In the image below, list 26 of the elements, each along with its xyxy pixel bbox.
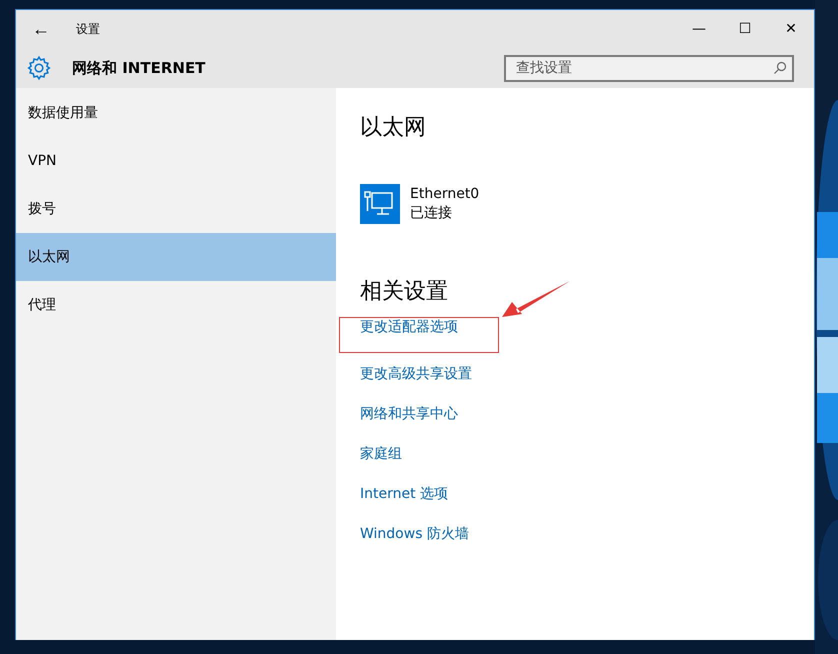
sidebar-item[interactable]: 数据使用量 bbox=[16, 89, 336, 137]
settings-link[interactable]: Windows 防火墙 bbox=[360, 514, 469, 554]
search-icon bbox=[773, 60, 787, 74]
connection-status: 已连接 bbox=[410, 204, 453, 223]
connection-name: Ethernet0 bbox=[410, 185, 480, 204]
window-title: 设置 bbox=[76, 20, 101, 38]
sidebar-item[interactable]: VPN bbox=[16, 137, 336, 185]
minimize-button[interactable]: — bbox=[676, 13, 722, 45]
monitor-icon bbox=[360, 184, 400, 224]
maximize-button[interactable]: ☐ bbox=[722, 13, 768, 45]
back-button[interactable]: ← bbox=[16, 13, 66, 45]
settings-link[interactable]: 家庭组 bbox=[360, 434, 402, 474]
settings-link[interactable]: Internet 选项 bbox=[360, 474, 448, 514]
gear-icon bbox=[26, 55, 52, 81]
page-heading: 以太网 bbox=[360, 114, 427, 142]
sidebar-item[interactable]: 代理 bbox=[16, 281, 336, 329]
settings-link[interactable]: 更改适配器选项 bbox=[360, 318, 458, 336]
close-button[interactable]: ✕ bbox=[768, 13, 814, 45]
settings-link[interactable]: 更改高级共享设置 bbox=[360, 354, 472, 394]
sidebar-item[interactable]: 拨号 bbox=[16, 185, 336, 233]
arrow-icon bbox=[500, 280, 572, 320]
related-heading: 相关设置 bbox=[360, 278, 448, 306]
sidebar-item[interactable]: 以太网 bbox=[16, 233, 336, 281]
search-field[interactable]: 查找设置 bbox=[504, 54, 794, 82]
settings-link[interactable]: 网络和共享中心 bbox=[360, 394, 458, 434]
section-title: 网络和 INTERNET bbox=[72, 58, 206, 78]
